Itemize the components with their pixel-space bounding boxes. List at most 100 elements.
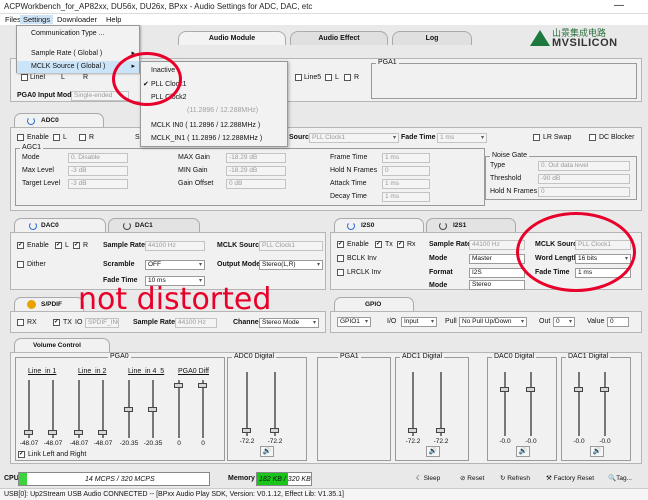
slider-track[interactable] xyxy=(78,380,80,438)
agc-decay-time-select[interactable]: 1 ms xyxy=(382,192,430,202)
dac0-mclk-select[interactable]: PLL Clock1 xyxy=(259,241,323,251)
line5-checkbox[interactable] xyxy=(295,74,302,81)
slider-track[interactable] xyxy=(102,380,104,438)
menu-help[interactable]: Help xyxy=(103,15,124,24)
tab-dac1[interactable]: DAC1 xyxy=(108,218,200,232)
slider-track[interactable] xyxy=(246,372,248,436)
agc-hold-frames-select[interactable]: 0 xyxy=(382,166,430,176)
lr-swap-checkbox[interactable] xyxy=(533,134,540,141)
agc-max-level-select[interactable]: -3 dB xyxy=(68,166,128,176)
tab-i2s1[interactable]: I2S1 xyxy=(426,218,516,232)
slider-thumb[interactable] xyxy=(74,430,83,436)
agc-gain-offset-select[interactable]: 0 dB xyxy=(226,179,286,189)
agc-min-gain-select[interactable]: -18.29 dB xyxy=(226,166,286,176)
dac0-enable-checkbox[interactable]: ✓ xyxy=(17,242,24,249)
tab-audio-module[interactable]: Audio Module xyxy=(178,31,286,45)
slider-track[interactable] xyxy=(178,380,180,438)
slider-thumb[interactable] xyxy=(600,386,609,392)
slider-thumb[interactable] xyxy=(242,428,251,434)
slider-track[interactable] xyxy=(530,372,532,436)
i2s0-rx-checkbox[interactable]: ✓ xyxy=(397,241,404,248)
mclk-option-mclk-in1[interactable]: MCLK_IN1 ( 11.2896 / 12.288MHz ) xyxy=(141,133,287,145)
slider-thumb[interactable] xyxy=(48,430,57,436)
minimize-button[interactable]: — xyxy=(610,0,628,14)
gpio-pull-select[interactable]: No Pull Up/Down ▾ xyxy=(459,317,527,327)
slider-track[interactable] xyxy=(604,372,606,436)
adc0-mclk-select[interactable]: PLL Clock1 ▾ xyxy=(309,133,399,143)
noise-gate-hold-select[interactable]: 0 xyxy=(538,187,630,197)
menu-communication-type[interactable]: Communication Type ... xyxy=(17,28,139,40)
spdif-channel-select[interactable]: Stereo Mode ▾ xyxy=(259,318,319,328)
gpio-out-select[interactable]: 0 ▾ xyxy=(553,317,575,327)
tab-i2s0[interactable]: I2S0 xyxy=(334,218,424,232)
dac0-speaker-icon[interactable]: 🔊 xyxy=(516,446,530,457)
slider-thumb[interactable] xyxy=(124,406,133,412)
tab-gpio[interactable]: GPIO xyxy=(334,297,414,311)
adc0-speaker-icon[interactable]: 🔊 xyxy=(260,446,274,457)
slider-thumb[interactable] xyxy=(174,382,183,388)
factory-reset-button[interactable]: ⚒ Factory Reset xyxy=(546,472,594,486)
slider-thumb[interactable] xyxy=(500,386,509,392)
i2s0-tx-checkbox[interactable]: ✓ xyxy=(375,241,382,248)
adc0-enable-checkbox[interactable] xyxy=(17,134,24,141)
link-left-right-checkbox[interactable]: ✓ xyxy=(18,451,25,458)
agc-frame-time-select[interactable]: 1 ms xyxy=(382,153,430,163)
slider-thumb[interactable] xyxy=(574,386,583,392)
gpio-port-select[interactable]: GPIO1 ▾ xyxy=(337,317,371,327)
slider-thumb[interactable] xyxy=(270,428,279,434)
agc-max-gain-select[interactable]: -18.29 dB xyxy=(226,153,286,163)
menu-downloader[interactable]: Downloader xyxy=(54,15,100,24)
agc-attack-time-select[interactable]: 1 ms xyxy=(382,179,430,189)
slider-thumb[interactable] xyxy=(24,430,33,436)
adc0-right-checkbox[interactable] xyxy=(79,134,86,141)
slider-thumb[interactable] xyxy=(98,430,107,436)
bclk-inv-checkbox[interactable] xyxy=(337,255,344,262)
tag-button[interactable]: 🔍Tag... xyxy=(608,472,632,486)
dac1-speaker-icon[interactable]: 🔊 xyxy=(590,446,604,457)
tab-volume-control[interactable]: Volume Control xyxy=(14,338,110,352)
i2s0-enable-checkbox[interactable]: ✓ xyxy=(337,241,344,248)
menu-sample-rate[interactable]: Sample Rate ( Global ) ▸ xyxy=(17,48,139,60)
slider-track[interactable] xyxy=(52,380,54,438)
dc-blocker-checkbox[interactable] xyxy=(589,134,596,141)
tab-spdif[interactable]: S/PDIF xyxy=(14,297,84,311)
slider-track[interactable] xyxy=(202,380,204,438)
reset-button[interactable]: ⊘ Reset xyxy=(460,472,484,486)
spdif-io-select[interactable]: SPDIF_IN0 xyxy=(85,318,119,328)
slider-track[interactable] xyxy=(504,372,506,436)
slider-thumb[interactable] xyxy=(408,428,417,434)
dither-checkbox[interactable] xyxy=(17,261,24,268)
gpio-io-select[interactable]: Input ▾ xyxy=(401,317,437,327)
line5-left-checkbox[interactable] xyxy=(325,74,332,81)
slider-track[interactable] xyxy=(28,380,30,438)
slider-thumb[interactable] xyxy=(436,428,445,434)
tab-dac0[interactable]: DAC0 xyxy=(14,218,106,232)
tab-log[interactable]: Log xyxy=(392,31,472,45)
agc-mode-select[interactable]: 0. Disable xyxy=(68,153,128,163)
lrclk-inv-checkbox[interactable] xyxy=(337,269,344,276)
slider-thumb[interactable] xyxy=(148,406,157,412)
slider-track[interactable] xyxy=(440,372,442,436)
noise-gate-threshold-select[interactable]: -90 dB xyxy=(538,174,630,184)
mclk-option-mclk-in0[interactable]: MCLK IN0 ( 11.2896 / 12.288MHz ) xyxy=(141,120,287,132)
menu-settings[interactable]: Settings xyxy=(20,15,54,24)
spdif-tx-checkbox[interactable]: ✓ xyxy=(53,319,60,326)
i2s0-channel-mode-select[interactable]: Stereo xyxy=(469,280,525,290)
adc0-left-checkbox[interactable] xyxy=(53,134,60,141)
agc-target-level-select[interactable]: -3 dB xyxy=(68,179,128,189)
dac0-sample-rate-select[interactable]: 44100 Hz xyxy=(145,241,205,251)
tab-adc0[interactable]: ADC0 xyxy=(14,113,104,127)
tab-audio-effect[interactable]: Audio Effect xyxy=(290,31,388,45)
refresh-button[interactable]: ↻ Refresh xyxy=(500,472,530,486)
dac0-right-checkbox[interactable]: ✓ xyxy=(73,242,80,249)
adc1-speaker-icon[interactable]: 🔊 xyxy=(426,446,440,457)
slider-thumb[interactable] xyxy=(198,382,207,388)
scramble-select[interactable]: OFF ▾ xyxy=(145,260,205,270)
slider-track[interactable] xyxy=(412,372,414,436)
slider-thumb[interactable] xyxy=(526,386,535,392)
spdif-rx-checkbox[interactable] xyxy=(17,319,24,326)
line5-right-checkbox[interactable] xyxy=(344,74,351,81)
i2s0-format-select[interactable]: I2S xyxy=(469,268,525,278)
slider-track[interactable] xyxy=(274,372,276,436)
output-mode-select[interactable]: Stereo(L,R) ▾ xyxy=(259,260,323,270)
